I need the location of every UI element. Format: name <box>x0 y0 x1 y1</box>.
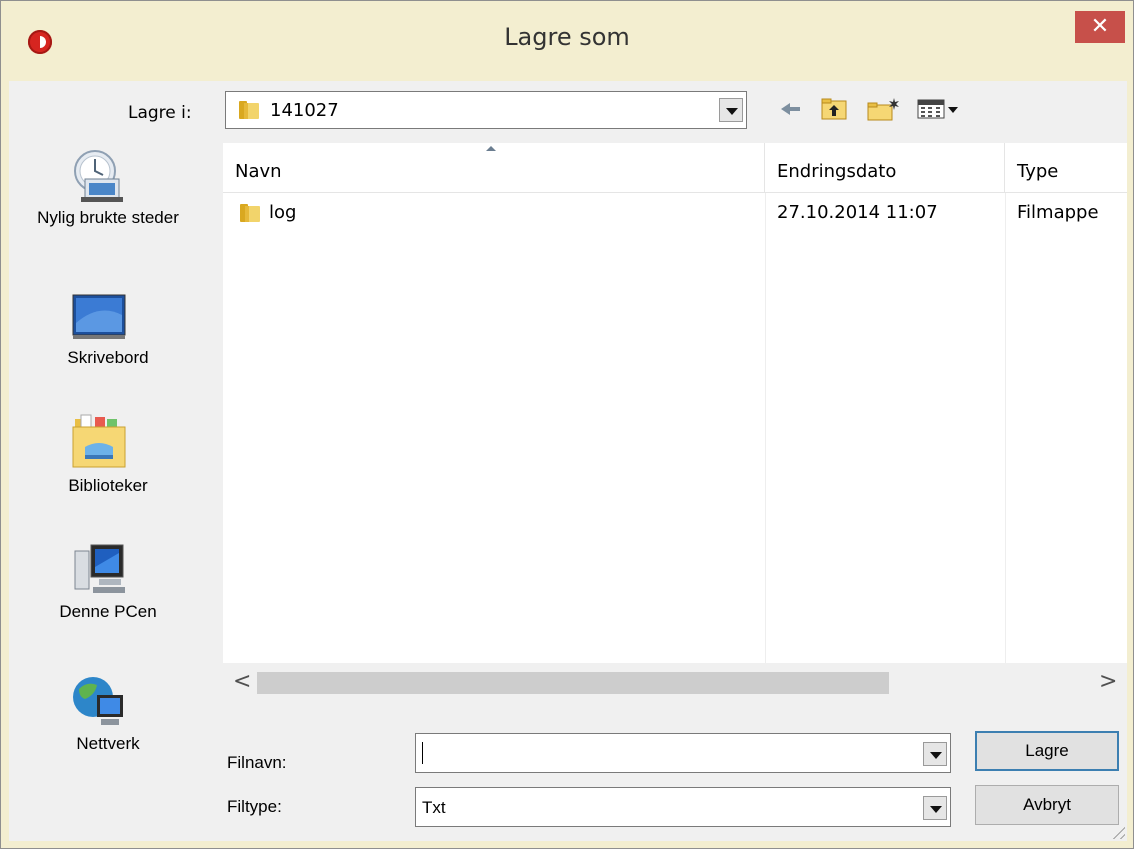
filename-dropdown-arrow[interactable] <box>923 742 947 766</box>
cancel-button[interactable]: Avbryt <box>975 785 1119 825</box>
folder-icon <box>240 204 260 222</box>
sort-ascending-icon <box>486 146 496 151</box>
libraries-icon <box>72 414 126 468</box>
column-header-type-label: Type <box>1017 161 1059 182</box>
column-header-name-label: Navn <box>235 161 282 182</box>
scroll-thumb[interactable] <box>257 672 889 694</box>
place-libraries[interactable]: Biblioteker <box>9 413 221 497</box>
window-title: Lagre som <box>504 23 630 51</box>
column-header-name[interactable]: Navn <box>223 143 765 193</box>
save-in-dropdown-arrow[interactable] <box>719 98 743 122</box>
text-caret <box>422 742 423 764</box>
resize-grip-icon[interactable] <box>1109 823 1125 839</box>
network-icon <box>73 677 123 725</box>
save-button[interactable]: Lagre <box>975 731 1119 771</box>
column-header-type[interactable]: Type <box>1005 143 1127 193</box>
filetype-value: Txt <box>422 798 446 817</box>
file-modified: 27.10.2014 11:07 <box>777 202 938 223</box>
recent-places-icon <box>74 150 123 202</box>
back-arrow-icon[interactable] <box>781 97 807 121</box>
file-type: Filmappe <box>1017 202 1099 223</box>
places-bar: Nylig brukte steder Skrivebord Bibliotek… <box>9 141 221 841</box>
save-as-dialog: Lagre som ✕ Lagre i: 141027 Nylig brukte… <box>0 0 1134 849</box>
place-recent[interactable]: Nylig brukte steder <box>9 149 221 229</box>
file-row[interactable]: log 27.10.2014 11:07 Filmappe <box>223 199 1127 229</box>
this-pc-icon <box>74 544 125 593</box>
file-name: log <box>269 202 297 223</box>
view-menu-icon[interactable] <box>917 97 963 121</box>
save-in-dropdown[interactable]: 141027 <box>225 91 747 129</box>
place-recent-label: Nylig brukte steder <box>37 208 179 227</box>
desktop-icon <box>72 294 126 339</box>
filename-label: Filnavn: <box>227 753 287 772</box>
new-folder-icon[interactable] <box>867 97 901 121</box>
filetype-combo[interactable]: Txt <box>415 787 951 827</box>
filetype-dropdown-arrow[interactable] <box>923 796 947 820</box>
title-bar[interactable]: Lagre som ✕ <box>1 1 1133 81</box>
column-divider <box>1005 193 1006 663</box>
place-desktop-label: Skrivebord <box>67 348 149 367</box>
dialog-body: Lagre i: 141027 Nylig brukte steder Skri… <box>9 81 1127 841</box>
horizontal-scrollbar[interactable]: < > <box>223 663 1127 703</box>
place-network-label: Nettverk <box>76 734 140 753</box>
place-desktop[interactable]: Skrivebord <box>9 293 221 369</box>
up-one-level-icon[interactable] <box>821 97 847 121</box>
column-divider <box>765 193 766 663</box>
scroll-right-button[interactable]: > <box>1099 669 1117 694</box>
scroll-left-button[interactable]: < <box>233 669 251 694</box>
folder-icon <box>239 101 259 119</box>
filetype-label: Filtype: <box>227 797 282 816</box>
place-network[interactable]: Nettverk <box>9 673 221 755</box>
column-header-date[interactable]: Endringsdato <box>765 143 1005 193</box>
close-button[interactable]: ✕ <box>1075 11 1125 43</box>
place-this-pc[interactable]: Denne PCen <box>9 541 221 623</box>
place-libraries-label: Biblioteker <box>68 476 148 495</box>
column-header-date-label: Endringsdato <box>777 161 897 182</box>
place-this-pc-label: Denne PCen <box>59 602 157 621</box>
save-in-label: Lagre i: <box>128 103 192 123</box>
save-in-value: 141027 <box>270 100 339 121</box>
file-list[interactable]: Navn Endringsdato Type log 27.10.2014 11… <box>223 143 1127 703</box>
filename-combo[interactable] <box>415 733 951 773</box>
